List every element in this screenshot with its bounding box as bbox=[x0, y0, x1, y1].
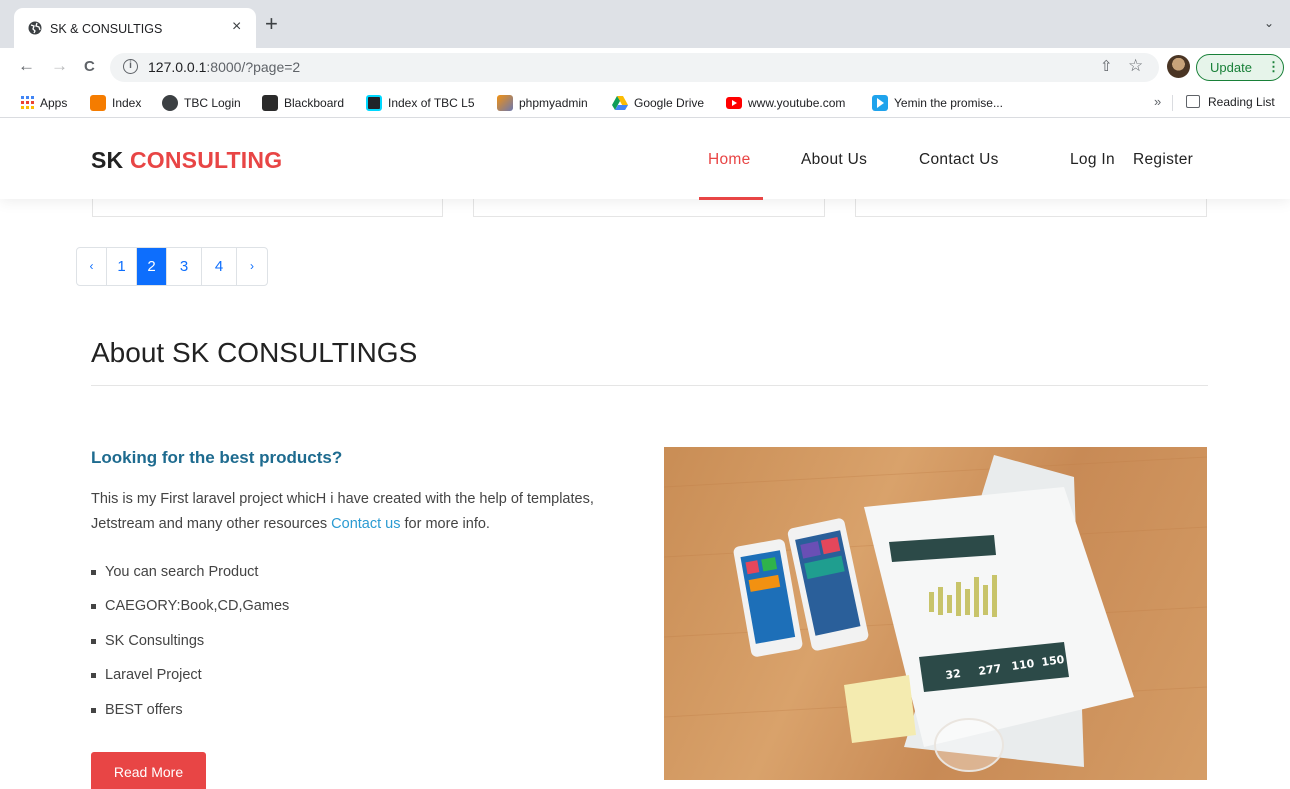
url-text: 127.0.0.1:8000/?page=2 bbox=[148, 59, 301, 75]
address-bar[interactable]: i 127.0.0.1:8000/?page=2 ⇧ ☆ bbox=[110, 53, 1159, 82]
google-drive-icon bbox=[612, 96, 628, 110]
sticky-note bbox=[844, 675, 916, 743]
share-icon[interactable]: ⇧ bbox=[1100, 57, 1113, 75]
site-logo[interactable]: SK CONSULTING bbox=[91, 147, 282, 174]
bookmarks-overflow-icon[interactable]: » bbox=[1154, 94, 1161, 109]
glass bbox=[934, 718, 1004, 772]
feature-list: You can search Product CAEGORY:Book,CD,G… bbox=[91, 562, 289, 734]
bookmark-index[interactable]: Index bbox=[90, 95, 141, 111]
tab-search-icon[interactable]: ⌄ bbox=[1264, 16, 1274, 30]
bullet-icon bbox=[91, 673, 96, 679]
bookmark-blackboard[interactable]: Blackboard bbox=[262, 95, 344, 111]
site-info-icon[interactable]: i bbox=[123, 59, 138, 74]
apps-grid-icon bbox=[21, 96, 34, 109]
pagination-page[interactable]: 1 bbox=[107, 248, 137, 285]
react-icon bbox=[366, 95, 382, 111]
pagination-page[interactable]: 3 bbox=[167, 248, 202, 285]
contact-us-link[interactable]: Contact us bbox=[331, 516, 400, 532]
desk-photo-illustration: 32 277 110 150 bbox=[664, 455, 1207, 772]
menu-dots-icon: ⋮ bbox=[1267, 59, 1280, 74]
bullet-icon bbox=[91, 638, 96, 644]
bookmark-tbc-login[interactable]: TBC Login bbox=[162, 95, 241, 111]
globe-icon bbox=[28, 21, 42, 35]
nav-home[interactable]: Home bbox=[708, 151, 751, 169]
list-item: SK Consultings bbox=[91, 631, 289, 665]
pagination-page-current[interactable]: 2 bbox=[137, 248, 167, 285]
bookmark-apps[interactable]: Apps bbox=[20, 95, 67, 111]
blackboard-icon bbox=[262, 95, 278, 111]
page-viewport: SK CONSULTING Home About Us Contact Us L… bbox=[0, 119, 1290, 789]
tab-close-icon[interactable]: × bbox=[232, 18, 241, 36]
list-item: Laravel Project bbox=[91, 665, 289, 699]
bookmark-index-tbc[interactable]: Index of TBC L5 bbox=[366, 95, 475, 111]
new-tab-button[interactable]: + bbox=[265, 11, 278, 37]
bookmark-youtube[interactable]: www.youtube.com bbox=[726, 95, 845, 111]
bookmark-phpmyadmin[interactable]: phpmyadmin bbox=[497, 95, 588, 111]
about-subheading: Looking for the best products? bbox=[91, 448, 343, 467]
nav-about-us[interactable]: About Us bbox=[801, 151, 867, 169]
pagination-next[interactable]: › bbox=[237, 248, 267, 285]
bookmark-star-icon[interactable]: ☆ bbox=[1128, 56, 1143, 76]
back-icon[interactable]: ← bbox=[18, 56, 35, 76]
about-paragraph: This is my First laravel project whicH i… bbox=[91, 491, 594, 532]
bookmarks-bar: Apps Index TBC Login Blackboard Index of… bbox=[0, 88, 1290, 118]
forward-icon[interactable]: → bbox=[51, 56, 68, 76]
nav-register[interactable]: Register bbox=[1133, 151, 1193, 169]
reload-icon[interactable]: C bbox=[84, 58, 95, 75]
bookmark-yemin[interactable]: Yemin the promise... bbox=[872, 95, 1003, 111]
bullet-icon bbox=[91, 604, 96, 610]
about-hero-image: 32 277 110 150 bbox=[664, 447, 1207, 780]
xampp-icon bbox=[90, 95, 106, 111]
play-icon bbox=[872, 95, 888, 111]
reading-list-icon bbox=[1186, 95, 1200, 108]
profile-avatar[interactable] bbox=[1167, 55, 1190, 78]
nav-contact-us[interactable]: Contact Us bbox=[919, 151, 999, 169]
phpmyadmin-icon bbox=[497, 95, 513, 111]
youtube-icon bbox=[726, 97, 742, 109]
globe-icon bbox=[162, 95, 178, 111]
section-divider bbox=[91, 385, 1208, 386]
pagination-prev[interactable]: ‹ bbox=[77, 248, 107, 285]
bullet-icon bbox=[91, 570, 96, 575]
browser-toolbar: ← → C i 127.0.0.1:8000/?page=2 ⇧ ☆ Updat… bbox=[0, 48, 1290, 88]
pagination: ‹ 1 2 3 4 › bbox=[76, 247, 268, 286]
list-item: CAEGORY:Book,CD,Games bbox=[91, 596, 289, 630]
site-header: SK CONSULTING Home About Us Contact Us L… bbox=[0, 119, 1290, 200]
list-item: You can search Product bbox=[91, 562, 289, 596]
nav-active-indicator bbox=[699, 197, 763, 200]
read-more-button[interactable]: Read More bbox=[91, 752, 206, 789]
browser-tabstrip: SK & CONSULTIGS × + ⌄ bbox=[0, 0, 1290, 48]
bullet-icon bbox=[91, 707, 96, 713]
update-button[interactable]: Update ⋮ bbox=[1196, 54, 1284, 81]
bookmark-google-drive[interactable]: Google Drive bbox=[612, 95, 704, 111]
report-stat: 32 bbox=[945, 667, 962, 682]
browser-tab[interactable]: SK & CONSULTIGS × bbox=[14, 8, 256, 48]
pagination-page[interactable]: 4 bbox=[202, 248, 237, 285]
about-section-title: About SK CONSULTINGS bbox=[91, 337, 418, 368]
reading-list[interactable]: Reading List bbox=[1186, 95, 1275, 109]
list-item: BEST offers bbox=[91, 700, 289, 734]
bookmarks-divider bbox=[1172, 95, 1173, 111]
nav-login[interactable]: Log In bbox=[1070, 151, 1115, 169]
tab-title: SK & CONSULTIGS bbox=[50, 22, 163, 36]
